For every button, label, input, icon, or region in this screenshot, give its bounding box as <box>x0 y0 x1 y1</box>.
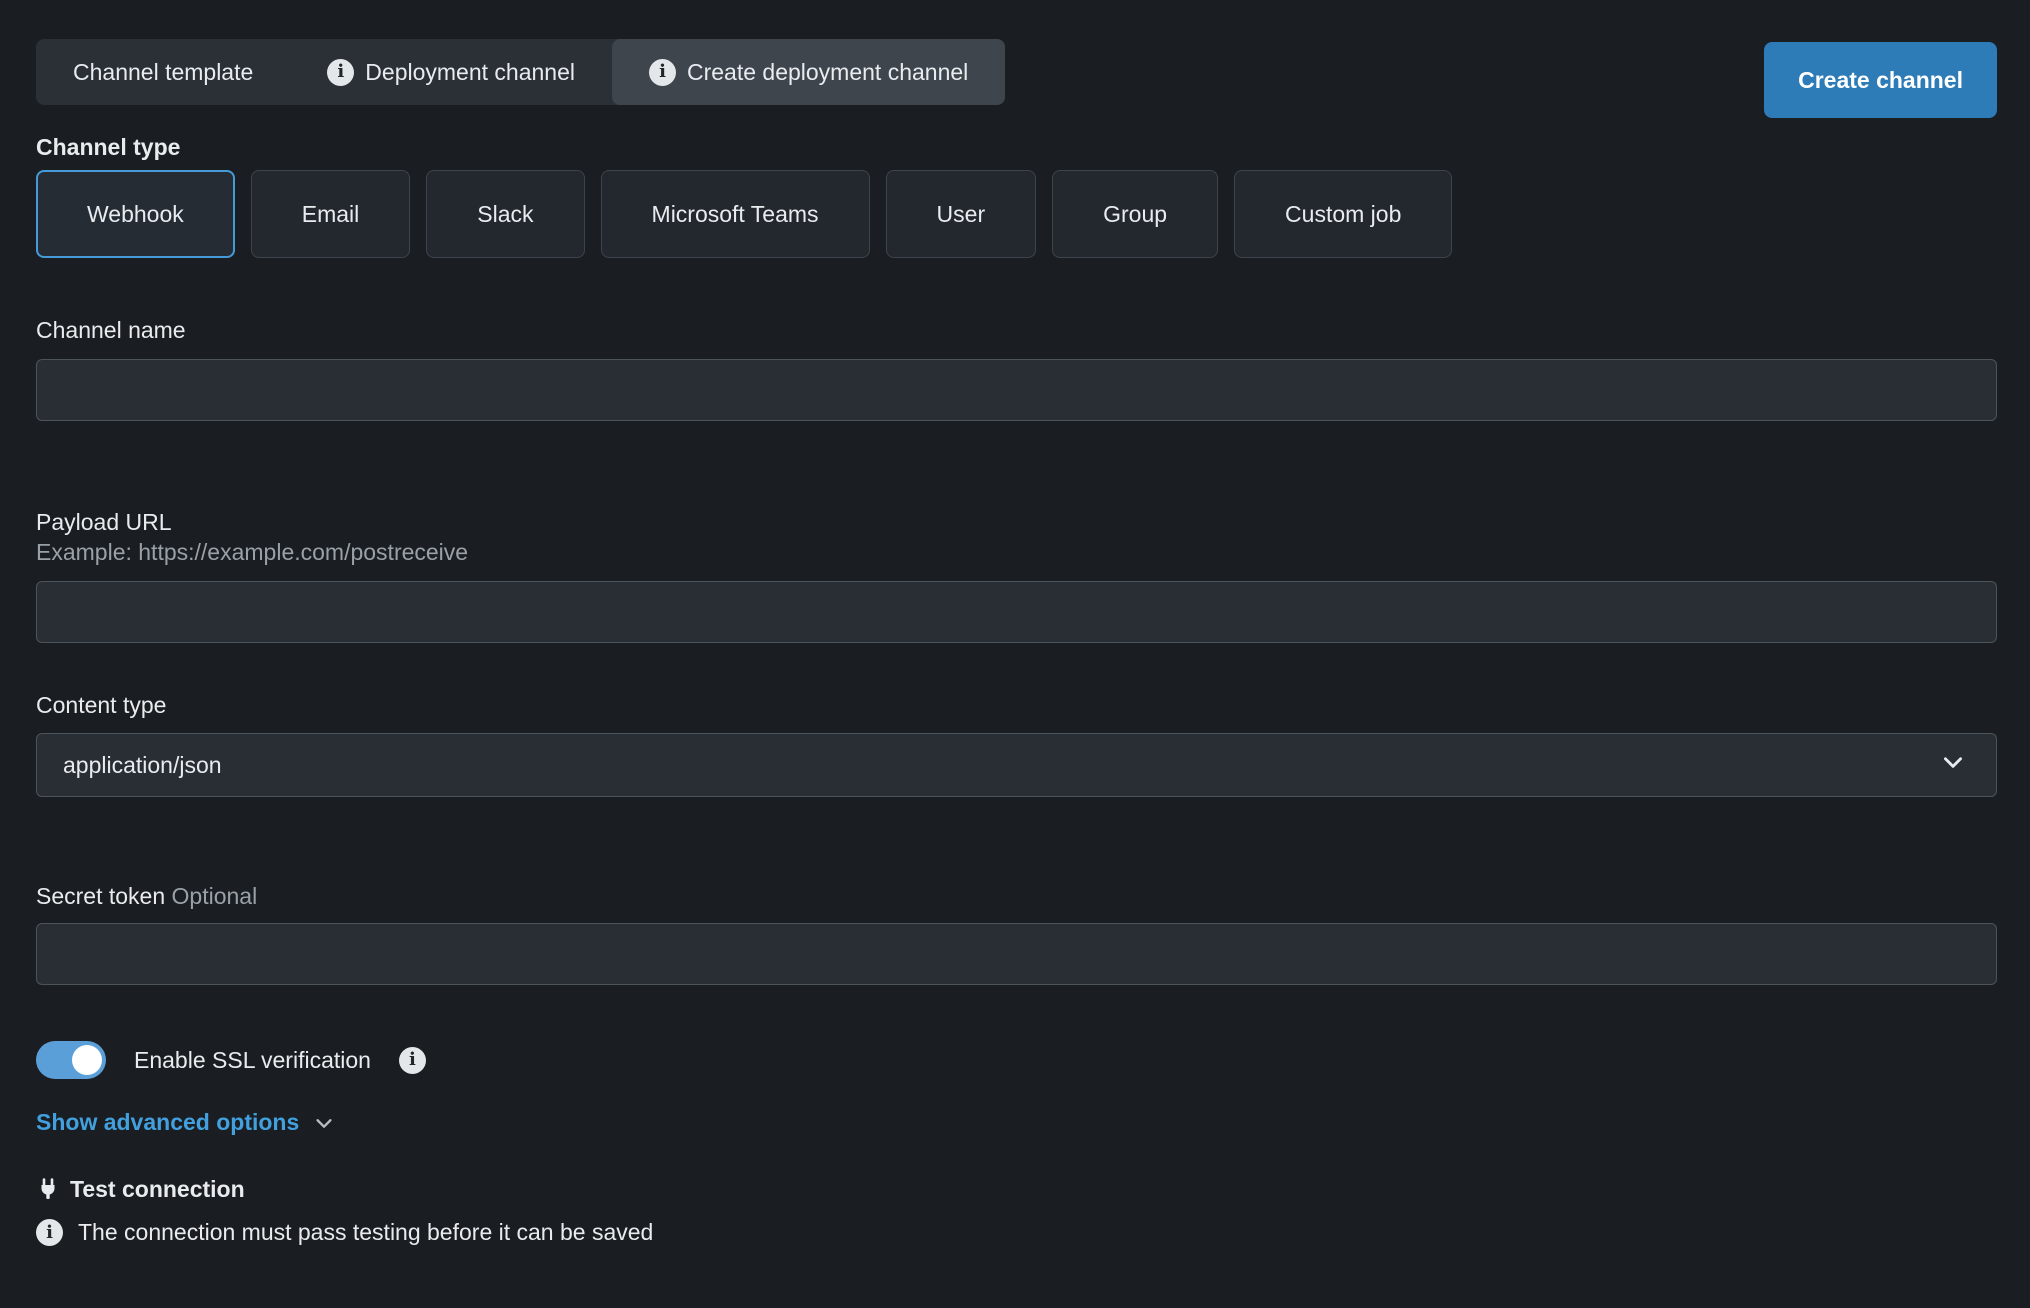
secret-token-label: Secret token Optional <box>36 881 1997 911</box>
ssl-verification-row: Enable SSL verification i <box>36 1041 1997 1079</box>
channel-type-email[interactable]: Email <box>251 170 411 258</box>
tab-label: Deployment channel <box>365 59 575 86</box>
secret-token-optional-badge: Optional <box>172 883 258 909</box>
content-type-label: Content type <box>36 690 1997 720</box>
info-icon[interactable]: i <box>399 1047 426 1074</box>
test-connection-note-row: i The connection must pass testing befor… <box>36 1219 1997 1246</box>
channel-type-webhook[interactable]: Webhook <box>36 170 235 258</box>
plug-icon <box>36 1178 60 1202</box>
chevron-down-icon <box>313 1112 335 1134</box>
tab-create-deployment-channel[interactable]: i Create deployment channel <box>612 39 1005 105</box>
create-channel-button[interactable]: Create channel <box>1764 42 1997 118</box>
channel-type-custom-job[interactable]: Custom job <box>1234 170 1452 258</box>
toggle-knob <box>72 1045 102 1075</box>
content-type-select[interactable]: application/json <box>36 733 1997 797</box>
secret-token-label-text: Secret token <box>36 883 165 909</box>
top-row: Channel template i Deployment channel i … <box>36 39 1997 118</box>
ssl-verification-toggle[interactable] <box>36 1041 106 1079</box>
show-advanced-options-link[interactable]: Show advanced options <box>36 1109 335 1136</box>
ssl-verification-label: Enable SSL verification <box>134 1047 371 1074</box>
tab-channel-template[interactable]: Channel template <box>36 39 290 105</box>
tab-label: Channel template <box>73 59 253 86</box>
tab-label: Create deployment channel <box>687 59 968 86</box>
channel-type-options: Webhook Email Slack Microsoft Teams User… <box>36 170 1997 258</box>
secret-token-input[interactable] <box>36 923 1997 985</box>
channel-name-input[interactable] <box>36 359 1997 421</box>
tab-deployment-channel[interactable]: i Deployment channel <box>290 39 612 105</box>
test-connection-heading: Test connection <box>36 1176 1997 1203</box>
test-connection-note: The connection must pass testing before … <box>78 1219 653 1246</box>
create-channel-page: Channel template i Deployment channel i … <box>36 0 1997 1246</box>
channel-tabs: Channel template i Deployment channel i … <box>36 39 1005 105</box>
channel-name-label: Channel name <box>36 315 1997 345</box>
payload-url-hint: Example: https://example.com/postreceive <box>36 537 1997 567</box>
payload-url-label: Payload URL <box>36 507 1997 537</box>
chevron-down-icon <box>1940 749 1966 781</box>
channel-type-microsoft-teams[interactable]: Microsoft Teams <box>601 170 870 258</box>
channel-type-label: Channel type <box>36 132 1997 162</box>
channel-type-slack[interactable]: Slack <box>426 170 584 258</box>
payload-url-input[interactable] <box>36 581 1997 643</box>
show-advanced-options-label: Show advanced options <box>36 1109 299 1136</box>
info-icon: i <box>36 1219 63 1246</box>
content-type-selected-value: application/json <box>63 752 222 779</box>
info-icon: i <box>327 59 354 86</box>
info-icon: i <box>649 59 676 86</box>
test-connection-title: Test connection <box>70 1176 245 1203</box>
channel-type-user[interactable]: User <box>886 170 1037 258</box>
channel-type-group[interactable]: Group <box>1052 170 1218 258</box>
